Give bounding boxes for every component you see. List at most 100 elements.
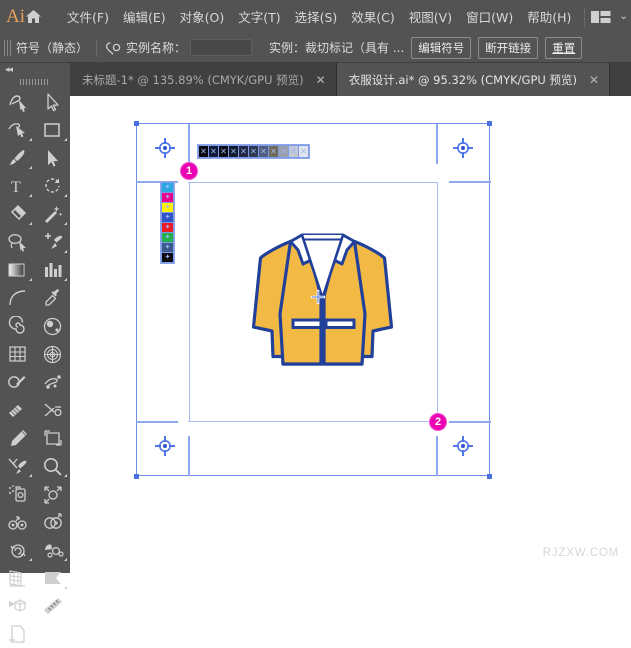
- tool-grid: T: [0, 88, 70, 648]
- color-swatch-0: ✦: [162, 183, 173, 192]
- menu-help[interactable]: 帮助(H): [520, 3, 578, 30]
- selection-handle-tr[interactable]: [487, 121, 492, 126]
- tool-scissors[interactable]: [35, 396, 70, 424]
- tool-rectangle[interactable]: [35, 116, 70, 144]
- tool-blob-brush[interactable]: [0, 396, 35, 424]
- tool-blend[interactable]: [0, 508, 35, 536]
- tool-rectangular-grid[interactable]: [0, 340, 35, 368]
- swatch-mark-icon: ✦: [165, 224, 171, 231]
- document-canvas[interactable]: ✕✕✕✕✕✕✕✕✕✕✕ ✦✦✦✦✦✦✦✦: [70, 96, 631, 573]
- tab-close-icon[interactable]: ✕: [316, 73, 326, 87]
- symbol-type-label: 符号（静态）: [16, 39, 88, 56]
- tool-free-transform[interactable]: [0, 592, 35, 620]
- home-icon[interactable]: [25, 0, 42, 33]
- tool-polar-grid[interactable]: [35, 340, 70, 368]
- selection-handle-bl[interactable]: [134, 474, 139, 479]
- tool-flyout-indicator: [64, 474, 67, 477]
- reset-button[interactable]: 重置: [545, 37, 582, 59]
- registration-mark-top-right: [452, 137, 474, 162]
- swatch-x-icon: ✕: [240, 148, 247, 156]
- swatch-x-icon: ✕: [230, 148, 237, 156]
- swatch-mark-icon: ✦: [165, 244, 171, 251]
- tool-gradient[interactable]: [0, 256, 35, 284]
- tab-clothing-design[interactable]: 衣服设计.ai* @ 95.32% (CMYK/GPU 预览) ✕: [337, 63, 610, 96]
- menu-edit[interactable]: 编辑(E): [116, 3, 173, 30]
- tool-type[interactable]: T: [0, 172, 35, 200]
- tool-slice[interactable]: [0, 452, 35, 480]
- menu-view[interactable]: 视图(V): [402, 3, 459, 30]
- tool-eyedropper[interactable]: [35, 284, 70, 312]
- tool-shape-builder[interactable]: [0, 368, 35, 396]
- tool-symbol-sprayer[interactable]: [0, 480, 35, 508]
- chevron-down-icon[interactable]: ⌄: [619, 11, 627, 22]
- tab-label: 衣服设计.ai* @ 95.32% (CMYK/GPU 预览): [349, 72, 577, 88]
- swatch-mark-icon: ✦: [165, 214, 171, 221]
- tool-spiral[interactable]: [0, 312, 35, 340]
- gray-swatch-8: ✕: [279, 146, 288, 157]
- color-swatch-7: ✦: [162, 253, 173, 262]
- tool-magic-wand[interactable]: [35, 200, 70, 228]
- workspace-switcher-icon[interactable]: [591, 10, 611, 24]
- tool-add-anchor-point[interactable]: [35, 228, 70, 256]
- tool-transparency[interactable]: [35, 508, 70, 536]
- tool-paintbrush[interactable]: [0, 144, 35, 172]
- instance-name-input[interactable]: [190, 39, 252, 56]
- color-swatch-3: ✦: [162, 213, 173, 222]
- tool-live-paint[interactable]: [35, 368, 70, 396]
- annotation-badge-1[interactable]: 1: [180, 162, 198, 180]
- menu-window[interactable]: 窗口(W): [459, 3, 520, 30]
- tool-arc[interactable]: [0, 284, 35, 312]
- swatch-x-icon: ✕: [300, 148, 307, 156]
- tool-ruler[interactable]: [35, 592, 70, 620]
- tab-close-icon[interactable]: ✕: [589, 73, 599, 87]
- tool-shaper[interactable]: [0, 88, 35, 116]
- tool-lasso[interactable]: [0, 228, 35, 256]
- double-chevron-left-icon[interactable]: ◂◂: [0, 63, 70, 76]
- edit-symbol-button[interactable]: 编辑符号: [411, 37, 471, 59]
- tool-direct-selection[interactable]: [35, 88, 70, 116]
- tool-scale-arrows[interactable]: [35, 480, 70, 508]
- tool-rotate[interactable]: [35, 172, 70, 200]
- tab-untitled-1[interactable]: 未标题-1* @ 135.89% (CMYK/GPU 预览) ✕: [70, 63, 337, 96]
- tool-warp[interactable]: [35, 536, 70, 564]
- gray-swatch-9: ✕: [289, 146, 298, 157]
- tool-flyout-indicator: [29, 558, 32, 561]
- document-tab-bar: 未标题-1* @ 135.89% (CMYK/GPU 预览) ✕ 衣服设计.ai…: [70, 63, 631, 96]
- tool-pen[interactable]: [0, 116, 35, 144]
- menu-file[interactable]: 文件(F): [60, 3, 116, 30]
- tools-panel-grip[interactable]: [0, 76, 70, 88]
- menu-effect[interactable]: 效果(C): [344, 3, 401, 30]
- color-swatch-2: ✦: [162, 203, 173, 212]
- tool-twirl[interactable]: [0, 536, 35, 564]
- instance-name-label: 实例名称：: [126, 39, 186, 56]
- selection-handle-br[interactable]: [487, 474, 492, 479]
- menu-object[interactable]: 对象(O): [173, 3, 232, 30]
- swatch-mark-icon: ✦: [165, 194, 171, 201]
- swatch-mark-icon: ✦: [165, 204, 171, 211]
- menu-select[interactable]: 选择(S): [288, 3, 345, 30]
- tool-selection[interactable]: [35, 144, 70, 172]
- tool-zoom[interactable]: [35, 452, 70, 480]
- inner-frame-top: [188, 182, 438, 183]
- tools-panel: ◂◂ T: [0, 63, 70, 573]
- trim-line-top-vert-left: [188, 124, 190, 164]
- swatch-x-icon: ✕: [260, 148, 267, 156]
- tool-new-artboard[interactable]: [0, 620, 35, 648]
- break-link-button[interactable]: 断开链接: [478, 37, 538, 59]
- color-swatch-1: ✦: [162, 193, 173, 202]
- menu-type[interactable]: 文字(T): [231, 3, 287, 30]
- tool-eraser[interactable]: [0, 200, 35, 228]
- tool-artboard[interactable]: [35, 424, 70, 452]
- control-bar-grip[interactable]: [4, 40, 12, 56]
- tool-flare[interactable]: [35, 312, 70, 340]
- tool-flyout-indicator: [64, 278, 67, 281]
- tool-mesh-flag[interactable]: [35, 564, 70, 592]
- tool-perspective-grid[interactable]: [0, 564, 35, 592]
- registration-mark-bottom-left: [154, 435, 176, 460]
- tool-column-graph[interactable]: [35, 256, 70, 284]
- annotation-badge-2[interactable]: 2: [429, 413, 447, 431]
- selection-handle-tl[interactable]: [134, 121, 139, 126]
- swatch-mark-icon: ✦: [165, 184, 171, 191]
- tool-flyout-indicator: [29, 138, 32, 141]
- tool-pencil[interactable]: [0, 424, 35, 452]
